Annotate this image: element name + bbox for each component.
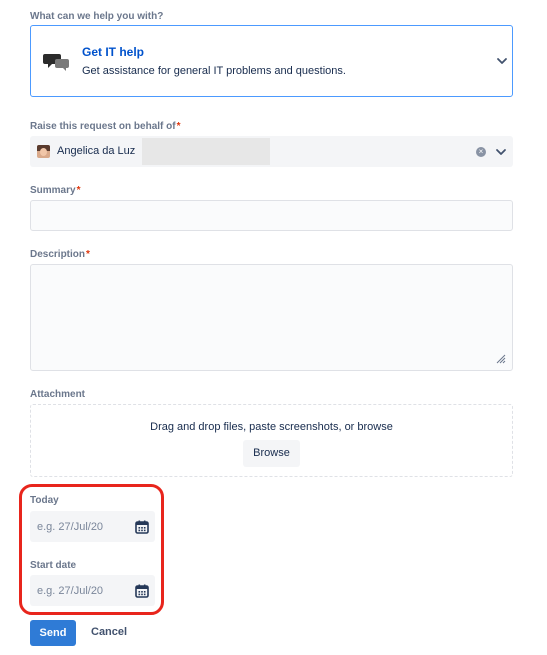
send-button[interactable]: Send	[30, 620, 76, 646]
attachment-label: Attachment	[30, 389, 86, 400]
redacted-region	[142, 138, 270, 165]
today-date-input[interactable]	[37, 511, 127, 542]
browse-button[interactable]: Browse	[243, 440, 300, 467]
behalf-label: Raise this request on behalf of*	[30, 121, 181, 132]
request-type-title: Get IT help	[82, 45, 145, 59]
summary-input[interactable]	[30, 200, 513, 231]
clear-icon[interactable]: ×	[476, 147, 486, 157]
behalf-user-name: Angelica da Luz	[57, 145, 136, 157]
required-marker: *	[86, 249, 90, 260]
request-type-description: Get assistance for general IT problems a…	[82, 65, 346, 77]
dropzone-text: Drag and drop files, paste screenshots, …	[150, 421, 393, 433]
chat-bubbles-icon	[43, 54, 69, 71]
attachment-dropzone[interactable]: Drag and drop files, paste screenshots, …	[30, 404, 513, 477]
behalf-user-picker[interactable]: Angelica da Luz ×	[30, 136, 513, 167]
cancel-button[interactable]: Cancel	[91, 626, 127, 638]
request-type-select[interactable]: Get IT help Get assistance for general I…	[30, 25, 513, 97]
start-date-label: Start date	[30, 560, 77, 571]
chevron-down-icon	[497, 58, 507, 64]
chevron-down-icon[interactable]	[495, 146, 507, 158]
today-date-picker[interactable]	[30, 511, 155, 542]
required-marker: *	[176, 121, 181, 132]
calendar-icon[interactable]	[135, 584, 149, 598]
calendar-icon[interactable]	[135, 520, 149, 534]
summary-label: Summary*	[30, 185, 81, 196]
resize-handle-icon[interactable]	[496, 354, 506, 364]
avatar	[37, 145, 50, 158]
description-label: Description*	[30, 249, 90, 260]
start-date-picker[interactable]	[30, 575, 155, 606]
required-marker: *	[76, 185, 81, 196]
start-date-input[interactable]	[37, 575, 127, 606]
today-label: Today	[30, 495, 59, 506]
description-textarea[interactable]	[30, 264, 513, 371]
request-type-label: What can we help you with?	[30, 11, 164, 22]
